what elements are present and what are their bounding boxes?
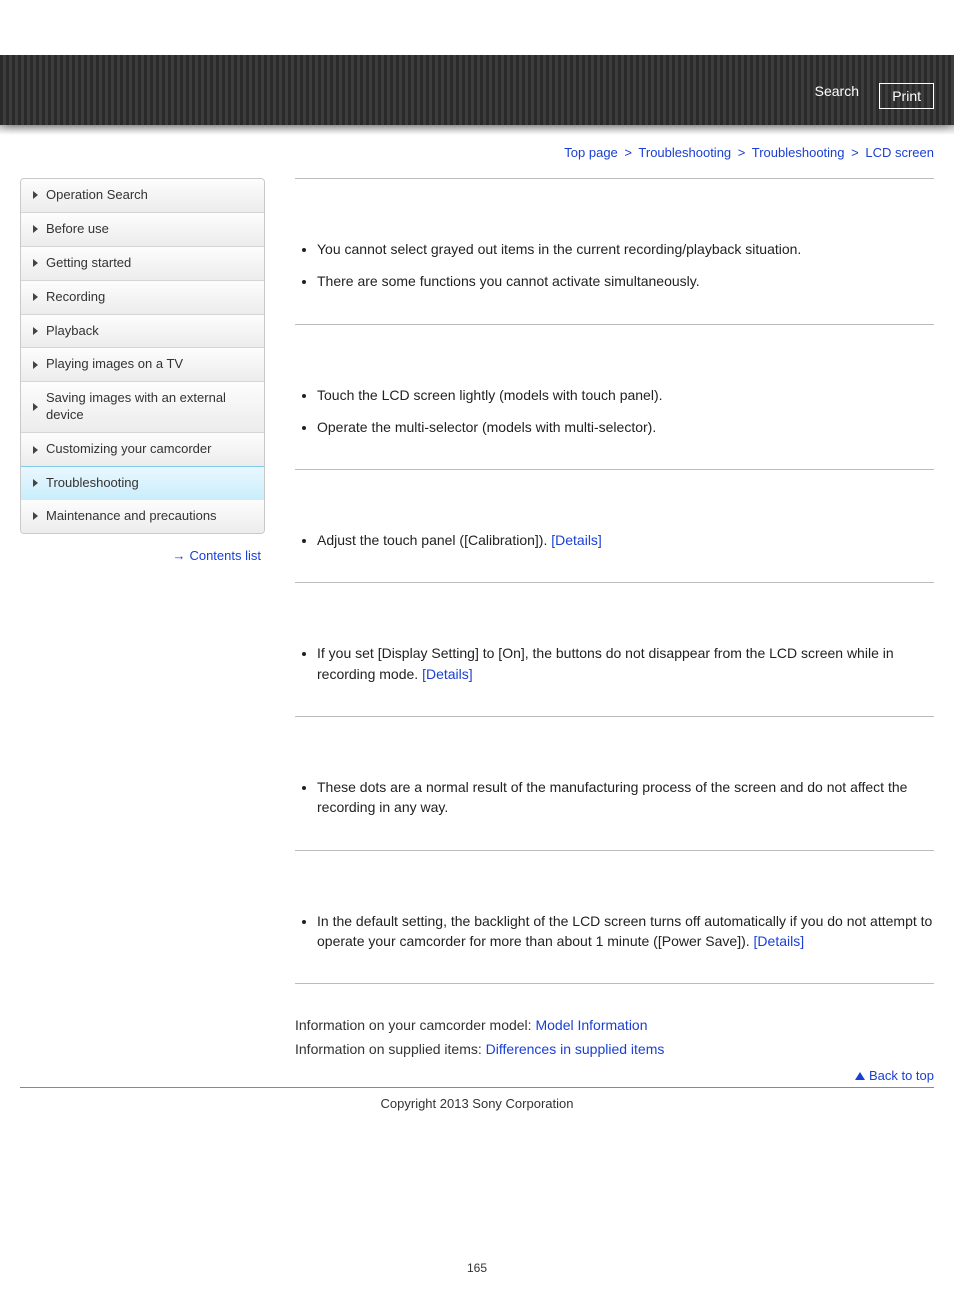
sidebar-item-label: Recording bbox=[46, 289, 105, 306]
main-content: You cannot select grayed out items in th… bbox=[265, 178, 934, 1087]
sidebar-item-maintenance[interactable]: Maintenance and precautions bbox=[21, 500, 264, 533]
caret-right-icon bbox=[33, 512, 38, 520]
list-item: You cannot select grayed out items in th… bbox=[317, 239, 934, 259]
list-item: In the default setting, the backlight of… bbox=[317, 911, 934, 952]
sidebar-item-label: Playing images on a TV bbox=[46, 356, 183, 373]
sidebar-item-label: Getting started bbox=[46, 255, 131, 272]
list-item: There are some functions you cannot acti… bbox=[317, 271, 934, 291]
list-item: Touch the LCD screen lightly (models wit… bbox=[317, 385, 934, 405]
supplied-items-link[interactable]: Differences in supplied items bbox=[486, 1041, 665, 1057]
breadcrumb-sep: > bbox=[624, 145, 632, 160]
item-text: Adjust the touch panel ([Calibration]). bbox=[317, 532, 551, 548]
section-4: If you set [Display Setting] to [On], th… bbox=[295, 582, 934, 716]
page-number: 165 bbox=[0, 1131, 954, 1275]
back-to-top-link[interactable]: Back to top bbox=[869, 1068, 934, 1083]
details-link[interactable]: [Details] bbox=[551, 532, 602, 548]
caret-right-icon bbox=[33, 259, 38, 267]
breadcrumb-sep: > bbox=[738, 145, 746, 160]
contents-link-row: → Contents list bbox=[20, 534, 265, 563]
sidebar-item-label: Troubleshooting bbox=[46, 475, 139, 492]
breadcrumb-current: LCD screen bbox=[865, 145, 934, 160]
details-link[interactable]: [Details] bbox=[754, 933, 805, 949]
page-root: Search Print Top page > Troubleshooting … bbox=[0, 55, 954, 1315]
sidebar-item-label: Maintenance and precautions bbox=[46, 508, 217, 525]
breadcrumb-top-page[interactable]: Top page bbox=[564, 145, 618, 160]
breadcrumb-sep: > bbox=[851, 145, 859, 160]
caret-right-icon bbox=[33, 191, 38, 199]
sidebar-item-label: Customizing your camcorder bbox=[46, 441, 211, 458]
arrow-right-icon: → bbox=[172, 548, 185, 563]
list-item: If you set [Display Setting] to [On], th… bbox=[317, 643, 934, 684]
contents-list-link[interactable]: Contents list bbox=[189, 548, 261, 563]
layout: Operation Search Before use Getting star… bbox=[0, 178, 954, 1087]
item-text: Touch the LCD screen lightly (models wit… bbox=[317, 387, 663, 403]
copyright: Copyright 2013 Sony Corporation bbox=[0, 1088, 954, 1131]
item-text: If you set [Display Setting] to [On], th… bbox=[317, 645, 894, 681]
section-2: Touch the LCD screen lightly (models wit… bbox=[295, 324, 934, 470]
info-block: Information on your camcorder model: Mod… bbox=[295, 983, 934, 1062]
sidebar-item-recording[interactable]: Recording bbox=[21, 281, 264, 315]
print-button[interactable]: Print bbox=[879, 83, 934, 109]
breadcrumb-troubleshooting-1[interactable]: Troubleshooting bbox=[638, 145, 731, 160]
section-1: You cannot select grayed out items in th… bbox=[295, 178, 934, 324]
list-item: Adjust the touch panel ([Calibration]). … bbox=[317, 530, 934, 550]
sidebar-item-label: Before use bbox=[46, 221, 109, 238]
sidebar-item-label: Playback bbox=[46, 323, 99, 340]
item-text: You cannot select grayed out items in th… bbox=[317, 241, 801, 257]
item-text: Operate the multi-selector (models with … bbox=[317, 419, 656, 435]
top-banner: Search Print bbox=[0, 55, 954, 125]
item-text: These dots are a normal result of the ma… bbox=[317, 779, 907, 815]
breadcrumb-troubleshooting-2[interactable]: Troubleshooting bbox=[752, 145, 845, 160]
sidebar-item-customizing[interactable]: Customizing your camcorder bbox=[21, 433, 264, 467]
caret-right-icon bbox=[33, 446, 38, 454]
item-text: In the default setting, the backlight of… bbox=[317, 913, 932, 949]
back-to-top-row: Back to top bbox=[295, 1062, 934, 1087]
sidebar-item-saving-external[interactable]: Saving images with an external device bbox=[21, 382, 264, 433]
model-info-link[interactable]: Model Information bbox=[535, 1017, 647, 1033]
supplied-items-line: Information on supplied items: Differenc… bbox=[295, 1038, 934, 1062]
caret-right-icon bbox=[33, 225, 38, 233]
sidebar-item-label: Operation Search bbox=[46, 187, 148, 204]
section-5: These dots are a normal result of the ma… bbox=[295, 716, 934, 850]
sidebar-item-operation-search[interactable]: Operation Search bbox=[21, 179, 264, 213]
section-3: Adjust the touch panel ([Calibration]). … bbox=[295, 469, 934, 582]
search-link[interactable]: Search bbox=[815, 83, 859, 99]
sidebar-item-label: Saving images with an external device bbox=[46, 390, 254, 424]
sidebar: Operation Search Before use Getting star… bbox=[20, 178, 265, 563]
sidebar-item-before-use[interactable]: Before use bbox=[21, 213, 264, 247]
supplied-items-label: Information on supplied items: bbox=[295, 1041, 486, 1057]
sidebar-list: Operation Search Before use Getting star… bbox=[20, 178, 265, 534]
caret-right-icon bbox=[33, 361, 38, 369]
sidebar-item-playing-on-tv[interactable]: Playing images on a TV bbox=[21, 348, 264, 382]
sidebar-item-getting-started[interactable]: Getting started bbox=[21, 247, 264, 281]
model-info-label: Information on your camcorder model: bbox=[295, 1017, 535, 1033]
caret-right-icon bbox=[33, 479, 38, 487]
details-link[interactable]: [Details] bbox=[422, 666, 473, 682]
sidebar-item-troubleshooting[interactable]: Troubleshooting bbox=[20, 466, 265, 501]
item-text: There are some functions you cannot acti… bbox=[317, 273, 700, 289]
caret-right-icon bbox=[33, 327, 38, 335]
caret-right-icon bbox=[33, 403, 38, 411]
caret-right-icon bbox=[33, 293, 38, 301]
triangle-up-icon bbox=[855, 1072, 865, 1080]
section-6: In the default setting, the backlight of… bbox=[295, 850, 934, 984]
list-item: Operate the multi-selector (models with … bbox=[317, 417, 934, 437]
sidebar-item-playback[interactable]: Playback bbox=[21, 315, 264, 349]
list-item: These dots are a normal result of the ma… bbox=[317, 777, 934, 818]
model-info-line: Information on your camcorder model: Mod… bbox=[295, 1014, 934, 1038]
